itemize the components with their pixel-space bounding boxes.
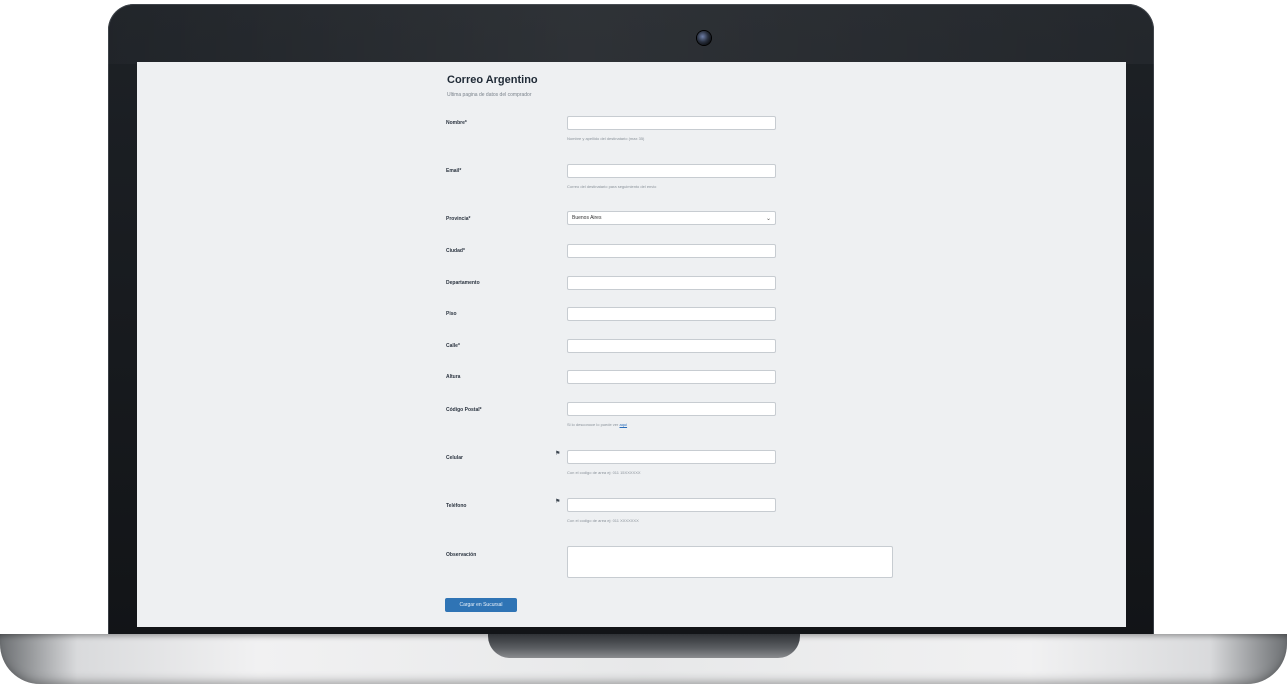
- help-email: Correo del destinatario para seguimiento…: [567, 184, 657, 189]
- label-email: Email*: [446, 168, 462, 174]
- form-title: Correo Argentino: [447, 74, 538, 86]
- calle-input[interactable]: [567, 339, 776, 353]
- provincia-selected-value: Buenos Aires: [572, 215, 602, 221]
- observaciones-textarea[interactable]: [567, 546, 893, 578]
- piso-input[interactable]: [567, 307, 776, 321]
- help-codigo-postal-text: Si lo desconoce lo puede ver: [567, 422, 619, 427]
- label-departamento: Departamento: [446, 280, 480, 286]
- flag-icon[interactable]: ⚑: [555, 450, 560, 457]
- label-nombre: Nombre*: [446, 120, 467, 126]
- webcam-icon: [697, 31, 711, 45]
- ciudad-input[interactable]: [567, 244, 776, 258]
- telefono-input[interactable]: [567, 498, 776, 512]
- chevron-down-icon: ⌄: [765, 215, 771, 222]
- help-nombre: Nombre y apellido del destinatario (max …: [567, 136, 645, 141]
- bezel-shine: [108, 4, 1154, 64]
- help-telefono: Con el codigo de area ej: 011 XXXXXXX: [567, 518, 639, 523]
- label-provincia: Provincia*: [446, 216, 471, 222]
- email-input[interactable]: [567, 164, 776, 178]
- label-calle: Calle*: [446, 343, 460, 349]
- provincia-select[interactable]: Buenos Aires ⌄: [567, 211, 776, 225]
- label-observaciones: Observación: [446, 552, 477, 558]
- help-codigo-postal: Si lo desconoce lo puede ver aqui: [567, 422, 627, 427]
- label-piso: Piso: [446, 311, 457, 317]
- label-codigo-postal: Código Postal*: [446, 407, 482, 413]
- nombre-input[interactable]: [567, 116, 776, 130]
- altura-input[interactable]: [567, 370, 776, 384]
- submit-button[interactable]: Cargar en Sucursal: [445, 598, 517, 612]
- label-altura: Altura: [446, 374, 461, 380]
- form-subtitle: Ultima pagina de datos del comprador: [447, 92, 532, 98]
- label-ciudad: Ciudad*: [446, 248, 465, 254]
- shipping-form: Correo Argentino Ultima pagina de datos …: [437, 62, 893, 627]
- label-celular: Celular: [446, 455, 463, 461]
- codigo-postal-link[interactable]: aqui: [620, 422, 628, 427]
- departamento-input[interactable]: [567, 276, 776, 290]
- laptop-notch: [488, 634, 800, 658]
- celular-input[interactable]: [567, 450, 776, 464]
- codigo-postal-input[interactable]: [567, 402, 776, 416]
- flag-icon[interactable]: ⚑: [555, 498, 560, 505]
- label-telefono: Teléfono: [446, 503, 467, 509]
- laptop-screen: Correo Argentino Ultima pagina de datos …: [137, 62, 1126, 627]
- help-celular: Con el codigo de area ej: 011 15XXXXXX: [567, 470, 641, 475]
